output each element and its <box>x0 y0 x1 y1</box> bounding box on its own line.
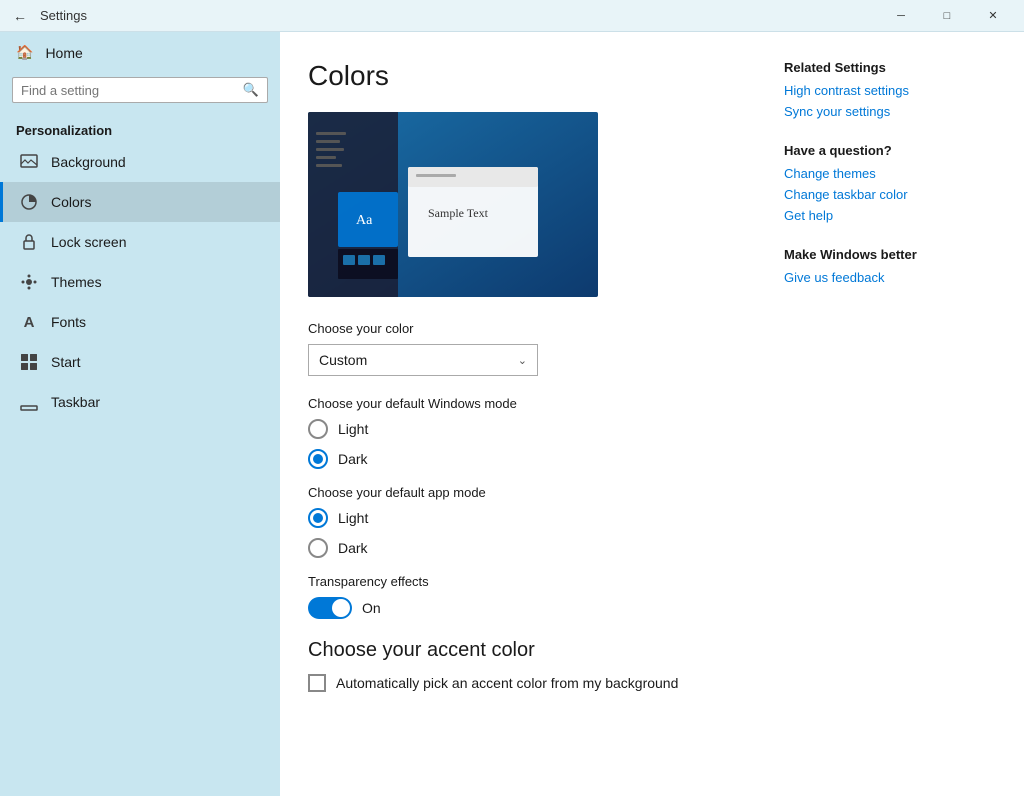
color-dropdown[interactable]: Custom ⌄ <box>308 344 538 376</box>
app-light-label: Light <box>338 510 368 526</box>
title-bar: ← Settings ─ □ ✕ <box>0 0 1024 32</box>
transparency-label: Transparency effects <box>308 574 744 589</box>
start-icon <box>19 352 39 372</box>
content-right: Related Settings High contrast settings … <box>784 60 984 768</box>
maximize-button[interactable]: □ <box>924 0 970 32</box>
app-light-radio[interactable] <box>308 508 328 528</box>
windows-light-radio[interactable] <box>308 419 328 439</box>
window-controls: ─ □ ✕ <box>878 0 1016 32</box>
windows-dark-radio[interactable] <box>308 449 328 469</box>
related-settings-section: Related Settings High contrast settings … <box>784 60 984 119</box>
windows-mode-group: Light Dark <box>308 419 744 469</box>
transparency-toggle[interactable] <box>308 597 352 619</box>
home-label: Home <box>45 45 82 61</box>
app-mode-light[interactable]: Light <box>308 508 744 528</box>
sidebar-item-background[interactable]: Background <box>0 142 280 182</box>
background-label: Background <box>51 154 126 170</box>
content-main: Colors <box>308 60 744 768</box>
have-question-section: Have a question? Change themes Change ta… <box>784 143 984 223</box>
make-better-title: Make Windows better <box>784 247 984 262</box>
windows-mode-dark[interactable]: Dark <box>308 449 744 469</box>
home-icon: 🏠 <box>16 44 33 61</box>
sidebar-item-lock-screen[interactable]: Lock screen <box>0 222 280 262</box>
themes-label: Themes <box>51 274 102 290</box>
sidebar-item-start[interactable]: Start <box>0 342 280 382</box>
colors-label: Colors <box>51 194 91 210</box>
accent-auto-checkbox[interactable] <box>308 674 326 692</box>
sidebar-home-button[interactable]: 🏠 Home <box>0 32 280 73</box>
sidebar-item-themes[interactable]: Themes <box>0 262 280 302</box>
windows-dark-label: Dark <box>338 451 368 467</box>
sidebar-item-taskbar[interactable]: Taskbar <box>0 382 280 422</box>
sidebar-section-title: Personalization <box>0 115 280 142</box>
dropdown-arrow-icon: ⌄ <box>518 354 527 367</box>
choose-color-label: Choose your color <box>308 321 744 336</box>
app-dark-label: Dark <box>338 540 368 556</box>
app-body: 🏠 Home 🔍 Personalization Background Colo… <box>0 32 1024 796</box>
color-dropdown-value: Custom <box>319 352 367 368</box>
app-dark-radio[interactable] <box>308 538 328 558</box>
lock-screen-icon <box>19 232 39 252</box>
preview-svg: Aa Sample Text <box>308 112 598 297</box>
app-mode-group: Light Dark <box>308 508 744 558</box>
windows-light-label: Light <box>338 421 368 437</box>
back-button[interactable]: ← <box>8 4 32 28</box>
windows-mode-label: Choose your default Windows mode <box>308 396 744 411</box>
transparency-state: On <box>362 600 381 616</box>
change-taskbar-color-link[interactable]: Change taskbar color <box>784 187 984 202</box>
fonts-icon: A <box>19 312 39 332</box>
transparency-toggle-row: On <box>308 597 744 619</box>
themes-icon <box>19 272 39 292</box>
app-mode-dark[interactable]: Dark <box>308 538 744 558</box>
sidebar-item-colors[interactable]: Colors <box>0 182 280 222</box>
make-better-section: Make Windows better Give us feedback <box>784 247 984 285</box>
minimize-button[interactable]: ─ <box>878 0 924 32</box>
windows-mode-light[interactable]: Light <box>308 419 744 439</box>
back-icon: ← <box>13 8 27 24</box>
sync-settings-link[interactable]: Sync your settings <box>784 104 984 119</box>
accent-auto-label: Automatically pick an accent color from … <box>336 675 678 691</box>
taskbar-icon <box>19 392 39 412</box>
svg-text:Aa: Aa <box>356 213 373 228</box>
page-title: Colors <box>308 60 744 92</box>
content-area: Colors <box>280 32 1024 796</box>
accent-auto-checkbox-row[interactable]: Automatically pick an accent color from … <box>308 674 744 692</box>
taskbar-label: Taskbar <box>51 394 100 410</box>
fonts-label: Fonts <box>51 314 86 330</box>
lock-screen-label: Lock screen <box>51 234 126 250</box>
give-feedback-link[interactable]: Give us feedback <box>784 270 984 285</box>
search-box[interactable]: 🔍 <box>12 77 268 103</box>
search-input[interactable] <box>21 83 237 98</box>
sidebar-item-fonts[interactable]: A Fonts <box>0 302 280 342</box>
change-themes-link[interactable]: Change themes <box>784 166 984 181</box>
sidebar: 🏠 Home 🔍 Personalization Background Colo… <box>0 32 280 796</box>
get-help-link[interactable]: Get help <box>784 208 984 223</box>
search-icon[interactable]: 🔍 <box>243 82 259 98</box>
related-settings-title: Related Settings <box>784 60 984 75</box>
background-icon <box>19 152 39 172</box>
app-mode-label: Choose your default app mode <box>308 485 744 500</box>
svg-text:Sample Text: Sample Text <box>428 206 489 220</box>
start-label: Start <box>51 354 81 370</box>
app-title: Settings <box>40 8 878 23</box>
colors-icon <box>19 192 39 212</box>
close-button[interactable]: ✕ <box>970 0 1016 32</box>
accent-title: Choose your accent color <box>308 639 744 662</box>
have-question-title: Have a question? <box>784 143 984 158</box>
high-contrast-link[interactable]: High contrast settings <box>784 83 984 98</box>
color-preview: Aa Sample Text <box>308 112 598 297</box>
